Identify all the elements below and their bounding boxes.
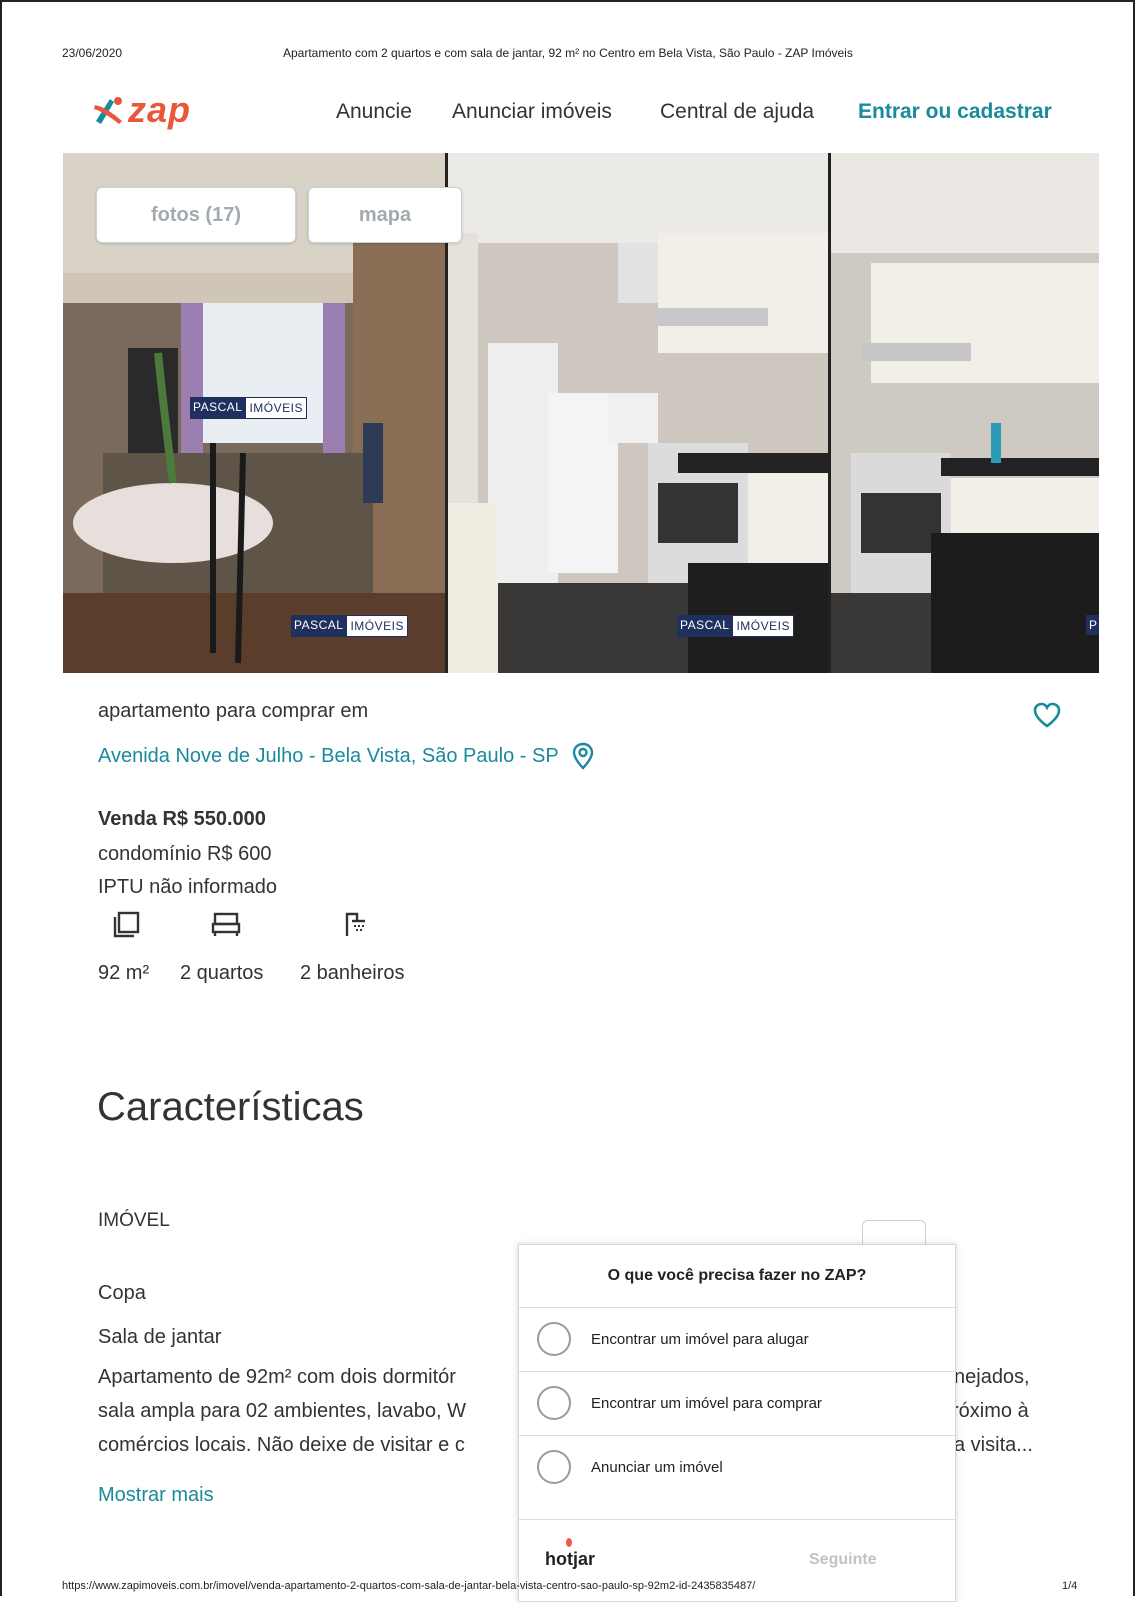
survey-option-label: Anunciar um imóvel bbox=[591, 1458, 723, 1476]
watermark-photo-3: P bbox=[1086, 615, 1099, 635]
hotjar-survey-widget: O que você precisa fazer no ZAP? Encontr… bbox=[518, 1244, 956, 1602]
watermark-text-a: PASCAL bbox=[291, 615, 347, 637]
description-line3-left: comércios locais. Não deixe de visitar e… bbox=[98, 1434, 465, 1456]
description-line2-left: sala ampla para 02 ambientes, lavabo, W bbox=[98, 1400, 466, 1422]
description-line1-right: nejados, bbox=[954, 1366, 1030, 1388]
radio-button[interactable] bbox=[537, 1386, 571, 1420]
listing-address[interactable]: Avenida Nove de Julho - Bela Vista, São … bbox=[98, 742, 595, 770]
watermark-text-partial: P bbox=[1086, 615, 1099, 635]
feature-item: Sala de jantar bbox=[98, 1326, 222, 1348]
shower-icon bbox=[343, 910, 371, 943]
watermark-center: PASCAL IMÓVEIS bbox=[190, 397, 307, 419]
survey-option-buy[interactable]: Encontrar um imóvel para comprar bbox=[519, 1371, 955, 1434]
nav-anuncie[interactable]: Anuncie bbox=[336, 100, 412, 124]
watermark-text-b: IMÓVEIS bbox=[732, 615, 794, 637]
iptu-tax: IPTU não informado bbox=[98, 876, 277, 898]
print-date: 23/06/2020 bbox=[62, 46, 123, 60]
listing-subtitle: apartamento para comprar em bbox=[98, 700, 369, 722]
gallery-photo-kitchen-1[interactable] bbox=[448, 153, 828, 673]
condo-fee: condomínio R$ 600 bbox=[98, 843, 272, 865]
survey-option-advertise[interactable]: Anunciar um imóvel bbox=[519, 1435, 955, 1498]
photos-button[interactable]: fotos (17) bbox=[96, 187, 296, 243]
watermark-text-a: PASCAL bbox=[677, 615, 733, 637]
gallery-photo-kitchen-2[interactable] bbox=[831, 153, 1099, 673]
hotjar-flame-icon bbox=[566, 1538, 572, 1547]
location-pin-icon[interactable] bbox=[571, 742, 595, 770]
sale-price: Venda R$ 550.000 bbox=[98, 808, 266, 830]
survey-option-label: Encontrar um imóvel para alugar bbox=[591, 1330, 809, 1348]
survey-next-button[interactable]: Seguinte bbox=[809, 1551, 877, 1569]
watermark-text-b: IMÓVEIS bbox=[245, 397, 307, 419]
features-group-title: IMÓVEL bbox=[98, 1210, 170, 1231]
nav-central-de-ajuda[interactable]: Central de ajuda bbox=[660, 100, 814, 124]
print-url: https://www.zapimoveis.com.br/imovel/ven… bbox=[62, 1580, 756, 1592]
survey-option-label: Encontrar um imóvel para comprar bbox=[591, 1394, 822, 1412]
radio-button[interactable] bbox=[537, 1322, 571, 1356]
area-icon bbox=[113, 910, 141, 943]
radio-button[interactable] bbox=[537, 1450, 571, 1484]
map-button[interactable]: mapa bbox=[308, 187, 462, 243]
description-line2-right: róximo à bbox=[952, 1400, 1029, 1422]
photo-gallery[interactable]: fotos (17) mapa PASCAL IMÓVEIS PASCAL IM… bbox=[63, 153, 1099, 673]
show-more-link[interactable]: Mostrar mais bbox=[98, 1484, 214, 1507]
watermark-text-a: PASCAL bbox=[190, 397, 246, 419]
nav-anunciar-imoveis[interactable]: Anunciar imóveis bbox=[452, 100, 612, 124]
zap-logo-icon bbox=[92, 93, 126, 127]
survey-question: O que você precisa fazer no ZAP? bbox=[607, 1267, 867, 1284]
watermark-photo-1: PASCAL IMÓVEIS bbox=[291, 615, 408, 637]
bathrooms-value: 2 banheiros bbox=[300, 962, 405, 984]
watermark-text-b: IMÓVEIS bbox=[346, 615, 408, 637]
zap-logo-text: zap bbox=[128, 89, 192, 130]
features-heading: Características bbox=[97, 1085, 364, 1129]
description-line1-left: Apartamento de 92m² com dois dormitór bbox=[98, 1366, 456, 1388]
bedrooms-value: 2 quartos bbox=[180, 962, 264, 984]
zap-logo[interactable]: zap bbox=[92, 92, 191, 128]
print-page-number: 1/4 bbox=[1062, 1580, 1078, 1592]
survey-option-rent[interactable]: Encontrar um imóvel para alugar bbox=[519, 1307, 955, 1370]
address-text: Avenida Nove de Julho - Bela Vista, São … bbox=[98, 744, 559, 767]
hotjar-logo: hotjar bbox=[545, 1549, 596, 1569]
bed-icon bbox=[211, 910, 241, 943]
nav-login-signup[interactable]: Entrar ou cadastrar bbox=[858, 100, 1052, 124]
description-line3-right: a visita... bbox=[954, 1434, 1033, 1456]
feature-item: Copa bbox=[98, 1282, 146, 1304]
area-value: 92 m² bbox=[98, 962, 150, 984]
print-page-title: Apartamento com 2 quartos e com sala de … bbox=[283, 46, 853, 60]
favorite-heart-icon[interactable] bbox=[1032, 701, 1062, 734]
watermark-photo-2: PASCAL IMÓVEIS bbox=[677, 615, 794, 637]
